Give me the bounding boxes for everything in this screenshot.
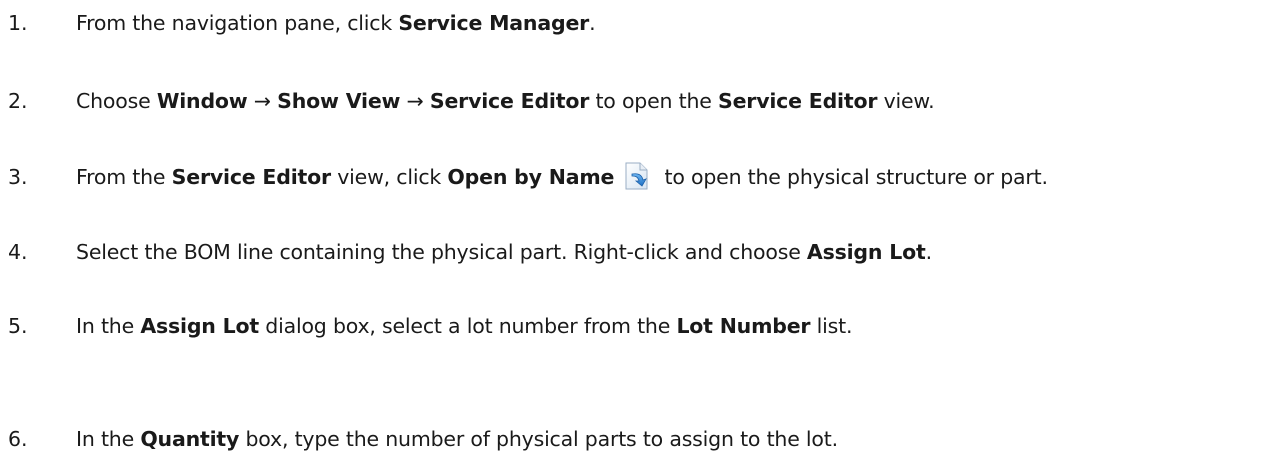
step-number: 6.: [8, 427, 28, 451]
step-text: Select the BOM line containing the physi…: [76, 234, 932, 270]
step-text-run: .: [589, 11, 596, 35]
step-number: 1.: [8, 11, 28, 35]
ui-term: Quantity: [140, 427, 240, 451]
step-text: Choose Window → Show View → Service Edit…: [76, 83, 935, 119]
ui-term: Service Editor: [429, 89, 590, 113]
step-text-run: From the navigation pane, click: [76, 11, 399, 35]
step-text-run: Select the BOM line containing the physi…: [76, 240, 807, 264]
step-text-run: .: [925, 240, 933, 264]
step-number: 4.: [8, 240, 28, 264]
step-text-run: dialog box, select a lot number from the: [258, 314, 677, 338]
step-text: In the Quantity box, type the number of …: [76, 421, 838, 457]
ui-term: Lot Number: [676, 314, 811, 338]
ui-term: Assign Lot: [140, 314, 259, 338]
ui-term: Window: [156, 89, 248, 113]
step-text-run: to open the physical structure or part.: [658, 165, 1048, 189]
step-text-run: view.: [877, 89, 935, 113]
step-text-run: In the: [76, 314, 141, 338]
step-text-run: Choose: [76, 89, 157, 113]
step-text-run: list.: [810, 314, 853, 338]
step-number: 5.: [8, 314, 28, 338]
ui-term: Assign Lot: [806, 240, 926, 264]
step-text-run: In the: [76, 427, 141, 451]
open-by-name-icon: [625, 162, 648, 190]
menu-arrow: →: [247, 89, 278, 113]
step-text-run: box, type the number of physical parts t…: [239, 427, 838, 451]
ui-term: Show View: [277, 89, 401, 113]
step-number: 2.: [8, 89, 28, 113]
step-text: From the navigation pane, click Service …: [76, 5, 596, 41]
step-text: In the Assign Lot dialog box, select a l…: [76, 308, 852, 344]
step-number: 3.: [8, 165, 28, 189]
step-text-run: From the: [76, 165, 172, 189]
ui-term: Service Editor: [171, 165, 331, 189]
ui-term: Service Editor: [718, 89, 878, 113]
step-text-run: to open the: [589, 89, 719, 113]
menu-arrow: →: [400, 89, 430, 113]
step-text: From the Service Editor view, click Open…: [76, 159, 1048, 195]
step-text-run: view, click: [330, 165, 448, 189]
ui-term: Open by Name: [447, 165, 615, 189]
ui-term: Service Manager: [398, 11, 590, 35]
